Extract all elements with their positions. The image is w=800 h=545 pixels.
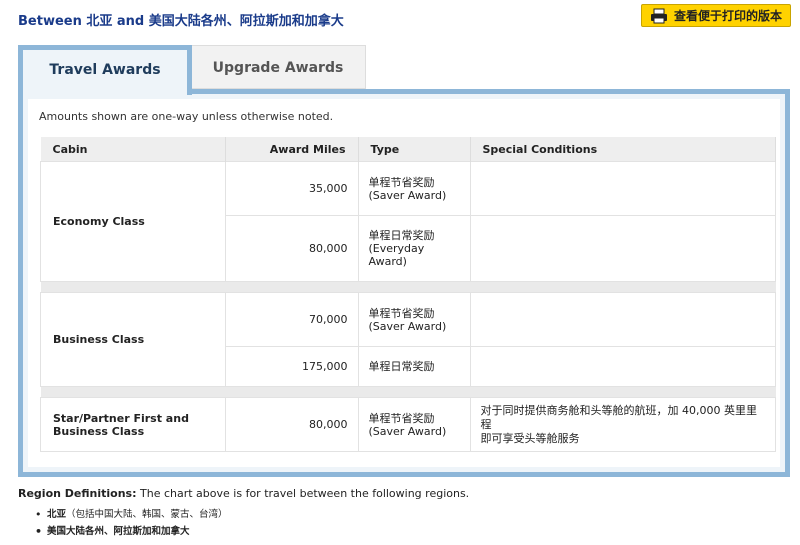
miles-cell: 35,000 [224, 161, 359, 216]
region-name: 北亚 [47, 509, 67, 520]
region-definitions: Region Definitions: The chart above is f… [18, 487, 469, 500]
tab-upgrade-awards[interactable]: Upgrade Awards [190, 45, 366, 89]
award-chart-table: Cabin Award Miles Type Special Condition… [40, 137, 776, 452]
cabin-cell: Business Class [40, 292, 226, 387]
awards-panel: Amounts shown are one-way unless otherwi… [18, 89, 790, 477]
group-separator [40, 281, 776, 293]
type-cell: 单程日常奖励 [357, 346, 471, 387]
table-row: Economy Class 35,000 单程节省奖励 (Saver Award… [40, 161, 776, 282]
header-award-miles: Award Miles [225, 137, 359, 162]
cabin-cell: Economy Class [40, 161, 226, 282]
header-cabin: Cabin [40, 137, 226, 162]
miles-cell: 70,000 [224, 292, 359, 347]
miles-cell: 175,000 [224, 346, 359, 387]
miles-cell: 80,000 [224, 397, 359, 452]
print-version-button[interactable]: 查看便于打印的版本 [641, 4, 791, 27]
group-separator [40, 386, 776, 398]
table-row: Star/Partner First and Business Class 80… [40, 397, 776, 452]
list-item: 北亚（包括中国大陆、韩国、蒙古、台湾） [35, 508, 228, 525]
cabin-cell: Star/Partner First and Business Class [40, 397, 226, 452]
region-definitions-label: Region Definitions: [18, 487, 137, 500]
page-heading: Between 北亚 and 美国大陆各州、阿拉斯加和加拿大 [18, 14, 344, 29]
type-cell: 单程节省奖励 (Saver Award) [357, 161, 471, 216]
one-way-note: Amounts shown are one-way unless otherwi… [39, 110, 334, 123]
region-definitions-text: The chart above is for travel between th… [136, 487, 470, 500]
conditions-cell [469, 161, 776, 216]
region-detail: （包括中国大陆、韩国、蒙古、台湾） [66, 509, 228, 520]
header-special-conditions: Special Conditions [470, 137, 776, 162]
conditions-cell [469, 292, 776, 347]
type-cell: 单程日常奖励 (Everyday Award) [357, 215, 471, 282]
header-type: Type [358, 137, 471, 162]
table-row: Business Class 70,000 单程节省奖励 (Saver Awar… [40, 292, 776, 387]
awards-panel-content: Amounts shown are one-way unless otherwi… [28, 99, 780, 467]
tab-travel-awards[interactable]: Travel Awards [18, 45, 192, 95]
printer-icon [651, 8, 667, 23]
miles-cell: 80,000 [224, 215, 359, 282]
type-cell: 单程节省奖励 (Saver Award) [357, 397, 471, 452]
region-list: 北亚（包括中国大陆、韩国、蒙古、台湾） 美国大陆各州、阿拉斯加和加拿大 [35, 508, 228, 542]
list-item: 美国大陆各州、阿拉斯加和加拿大 [35, 525, 228, 542]
type-cell: 单程节省奖励 (Saver Award) [357, 292, 471, 347]
conditions-cell [469, 215, 776, 282]
table-header-row: Cabin Award Miles Type Special Condition… [40, 137, 776, 162]
region-name: 美国大陆各州、阿拉斯加和加拿大 [47, 526, 190, 537]
conditions-cell [469, 346, 776, 387]
print-version-label: 查看便于打印的版本 [674, 9, 783, 23]
conditions-cell: 对于同时提供商务舱和头等舱的航班，加 40,000 英里里程 即可享受头等舱服务 [469, 397, 776, 452]
